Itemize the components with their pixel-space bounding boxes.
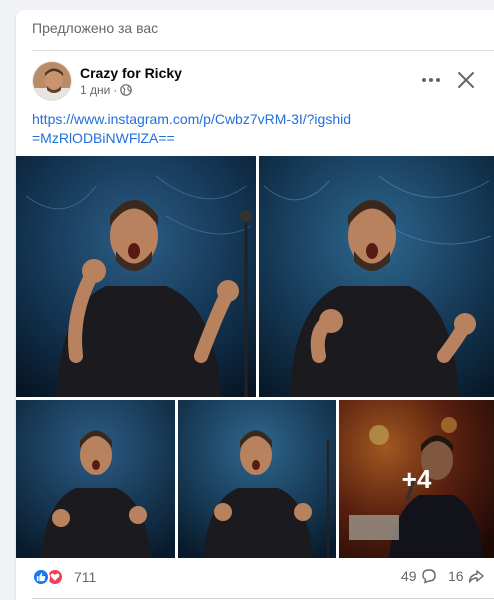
more-photos-overlay[interactable]: +4: [339, 400, 494, 558]
like-icon: [32, 568, 50, 586]
reaction-icons: [32, 568, 68, 586]
photo-1[interactable]: [16, 156, 256, 397]
comments-count-link[interactable]: 49: [401, 568, 437, 584]
shares-count: 16: [448, 568, 464, 584]
divider: [32, 598, 494, 599]
comment-icon: [421, 569, 436, 584]
close-button[interactable]: [453, 67, 479, 93]
share-icon: [468, 570, 484, 583]
meta-separator: ·: [113, 83, 118, 97]
photo-grid: +4: [16, 156, 494, 558]
photo-2[interactable]: [259, 156, 494, 397]
shares-count-link[interactable]: 16: [448, 568, 484, 584]
post-time[interactable]: 1 дни: [80, 83, 110, 97]
photo-4[interactable]: [178, 400, 336, 558]
photo-5-more[interactable]: +4: [339, 400, 494, 558]
post-meta: 1 дни ·: [80, 83, 133, 97]
more-dot-icon: [436, 78, 440, 82]
more-options-button[interactable]: [419, 68, 443, 92]
globe-icon: [120, 84, 133, 96]
author-name[interactable]: Crazy for Ricky: [80, 65, 182, 81]
comments-count: 49: [401, 568, 417, 584]
post-link[interactable]: https://www.instagram.com/p/Cwbz7vRM-3I/…: [32, 110, 352, 148]
photo-3[interactable]: [16, 400, 175, 558]
more-dot-icon: [422, 78, 426, 82]
suggested-label: Предложено за вас: [32, 20, 159, 36]
avatar[interactable]: [32, 61, 72, 101]
post-card: Предложено за вас Crazy for Ricky 1 дни …: [16, 10, 494, 600]
divider: [32, 50, 494, 51]
more-dot-icon: [429, 78, 433, 82]
reactions-count: 711: [74, 569, 97, 585]
reactions-summary[interactable]: 711: [32, 568, 96, 586]
close-icon: [458, 72, 474, 88]
